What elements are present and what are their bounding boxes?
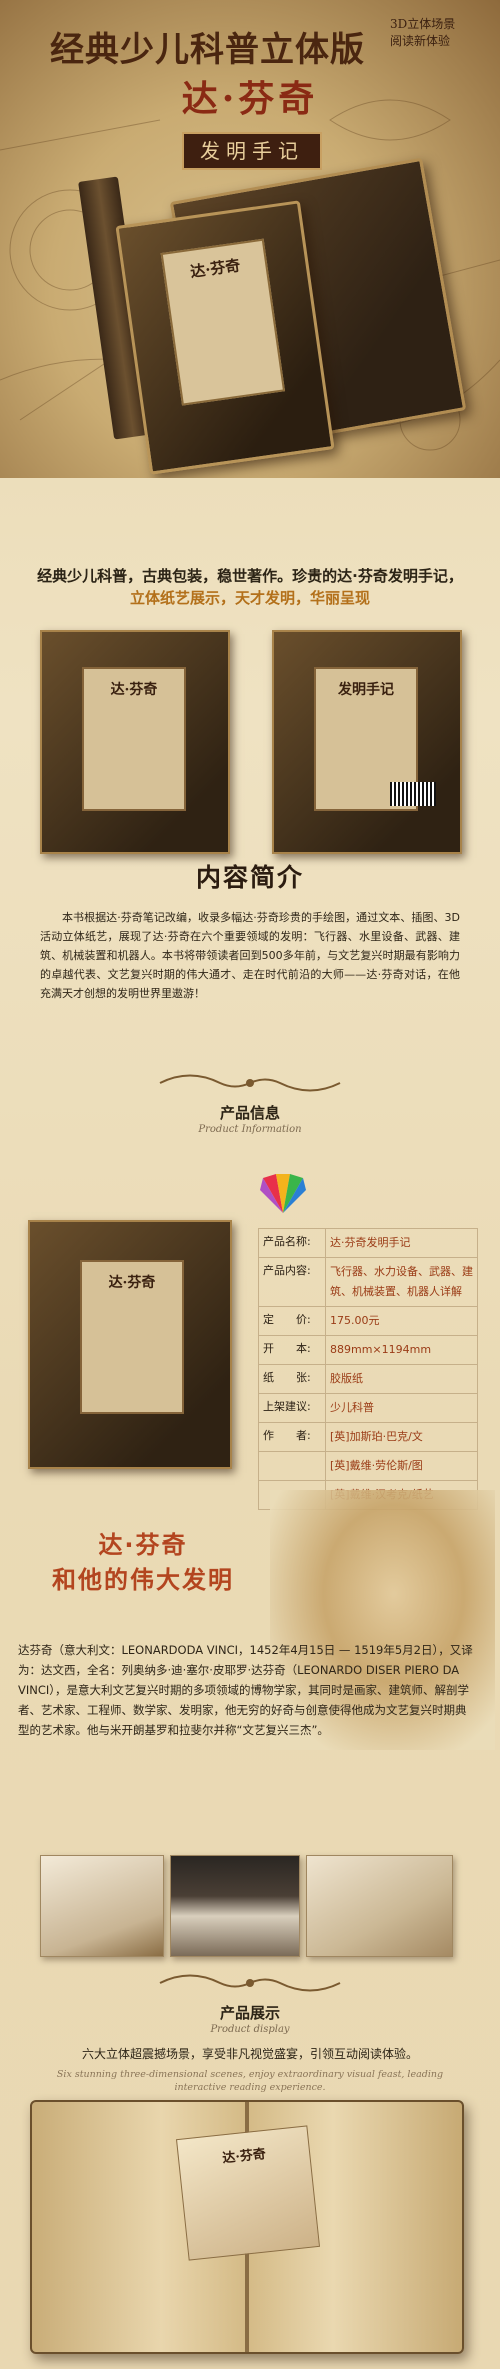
info-book-title: 达·芬奇: [108, 1275, 156, 1291]
flying-machine-photo: [40, 1855, 164, 1957]
book-front-cover: 达·芬奇: [115, 200, 335, 475]
product-info-key: 纸 张:: [258, 1364, 326, 1394]
product-info-row: 上架建议: 少儿科普: [258, 1393, 478, 1423]
product-info-rows: 产品名称: 达·芬奇发明手记 产品内容: 飞行器、水力设备、武器、建筑、机械装置、机器…: [258, 1228, 478, 1510]
davinci-text: 达芬奇（意大利文：LEONARDODA VINCI，1452年4月15日 — 1…: [18, 1643, 473, 1737]
product-info-book-image: 达·芬奇: [28, 1220, 232, 1469]
product-info-value: 少儿科普: [325, 1393, 478, 1423]
display-text: 六大立体超震撼场景，享受非凡视觉盛宴，引领互动阅读体验。: [81, 2047, 418, 2061]
display-subtitle: Product display: [210, 2024, 290, 2035]
product-info-value: 175.00元: [325, 1306, 478, 1336]
popup-panel: 达·芬奇: [175, 2125, 321, 2261]
ornament-divider-2: [150, 1968, 350, 1998]
ornament-svg-2: [159, 1974, 341, 1992]
product-info-key: 上架建议:: [258, 1393, 326, 1423]
hero-subtitle-line1: 3D立体场景: [390, 17, 456, 31]
color-fan-icon: [260, 1174, 306, 1213]
product-info-key: 定 价:: [258, 1306, 326, 1336]
product-info-row: [英]戴维·劳伦斯/图: [258, 1451, 478, 1481]
product-info-value: 胶版纸: [325, 1364, 478, 1394]
back-cover-title: 发明手记: [338, 682, 394, 698]
davinci-title-line2: 和他的伟大发明: [52, 1566, 234, 1594]
barcode: [390, 782, 436, 806]
product-info-key: 开 本:: [258, 1335, 326, 1365]
product-info-value: [英]加斯珀·巴克/文: [325, 1422, 478, 1452]
book-cover-label: 达·芬奇: [160, 238, 286, 406]
popup-title: 达·芬奇: [221, 2146, 267, 2167]
hero-name: 达·芬奇: [181, 78, 319, 120]
hero-subtitle-line2: 阅读新体验: [390, 34, 451, 48]
ornament-svg: [159, 1074, 341, 1092]
product-info-key: 作 者:: [258, 1422, 326, 1452]
product-info-value: 889mm×1194mm: [325, 1335, 478, 1365]
product-info-row: 开 本: 889mm×1194mm: [258, 1335, 478, 1365]
product-info-row: 纸 张: 胶版纸: [258, 1364, 478, 1394]
intro-text: 本书根据达·芬奇笔记改编，收录多幅达·芬奇珍贵的手绘图，通过文本、插图、3D活动…: [40, 911, 460, 1000]
product-info-title: 产品信息: [219, 1104, 280, 1122]
hero-subtitle: 3D立体场景 阅读新体验: [390, 16, 455, 50]
product-info-row: 定 价: 175.00元: [258, 1306, 478, 1336]
hero-banner: 经典少儿科普立体版 3D立体场景 阅读新体验 达·芬奇 发明手记 达·芬奇: [0, 0, 500, 478]
product-info-key: [258, 1451, 326, 1481]
product-info-row: 产品内容: 飞行器、水力设备、武器、建筑、机械装置、机器人详解: [258, 1257, 478, 1307]
book-cover-title: 达·芬奇: [189, 256, 242, 282]
info-book-panel: 达·芬奇: [80, 1260, 184, 1414]
display-text-en: Six stunning three-dimensional scenes, e…: [56, 2069, 444, 2093]
tagline-line2: 立体纸艺展示，天才发明，华丽呈现: [129, 589, 370, 607]
tagline-line1: 经典少儿科普，古典包装，稳世著作。珍贵的达·芬奇发明手记，: [37, 567, 463, 585]
front-cover-panel: 达·芬奇: [82, 667, 186, 811]
hero-title: 经典少儿科普立体版: [50, 30, 365, 70]
intro-title: 内容简介: [195, 863, 304, 892]
product-info-value: 达·芬奇发明手记: [325, 1228, 478, 1258]
tagline: 经典少儿科普，古典包装，稳世著作。珍贵的达·芬奇发明手记， 立体纸艺展示，天才发…: [0, 565, 500, 609]
open-book-popup-image: 达·芬奇: [30, 2100, 464, 2354]
ornament-divider: [150, 1068, 350, 1098]
front-cover-image: 达·芬奇: [40, 630, 230, 854]
hero-badge: 发明手记: [182, 132, 322, 170]
building-model-photo: [170, 1855, 300, 1957]
product-info-row: 作 者: [英]加斯珀·巴克/文: [258, 1422, 478, 1452]
product-info-row: 产品名称: 达·芬奇发明手记: [258, 1228, 478, 1258]
product-info-value: 飞行器、水力设备、武器、建筑、机械装置、机器人详解: [325, 1257, 478, 1307]
davinci-title-line1: 达·芬奇: [98, 1531, 188, 1559]
front-cover-title: 达·芬奇: [110, 682, 158, 698]
back-cover-image: 发明手记: [272, 630, 462, 854]
product-info-subtitle: Product Information: [198, 1124, 302, 1135]
product-info-key: 产品名称:: [258, 1228, 326, 1258]
product-info-table: 产品名称: 达·芬奇发明手记 产品内容: 飞行器、水力设备、武器、建筑、机械装置、机器…: [258, 1228, 478, 1510]
product-page: 经典少儿科普立体版 3D立体场景 阅读新体验 达·芬奇 发明手记 达·芬奇 经典…: [0, 0, 500, 2369]
product-info-key: 产品内容:: [258, 1257, 326, 1307]
display-title: 产品展示: [219, 2004, 280, 2022]
product-info-value: [英]戴维·劳伦斯/图: [325, 1451, 478, 1481]
mechanism-sketch-photo: [306, 1855, 453, 1957]
